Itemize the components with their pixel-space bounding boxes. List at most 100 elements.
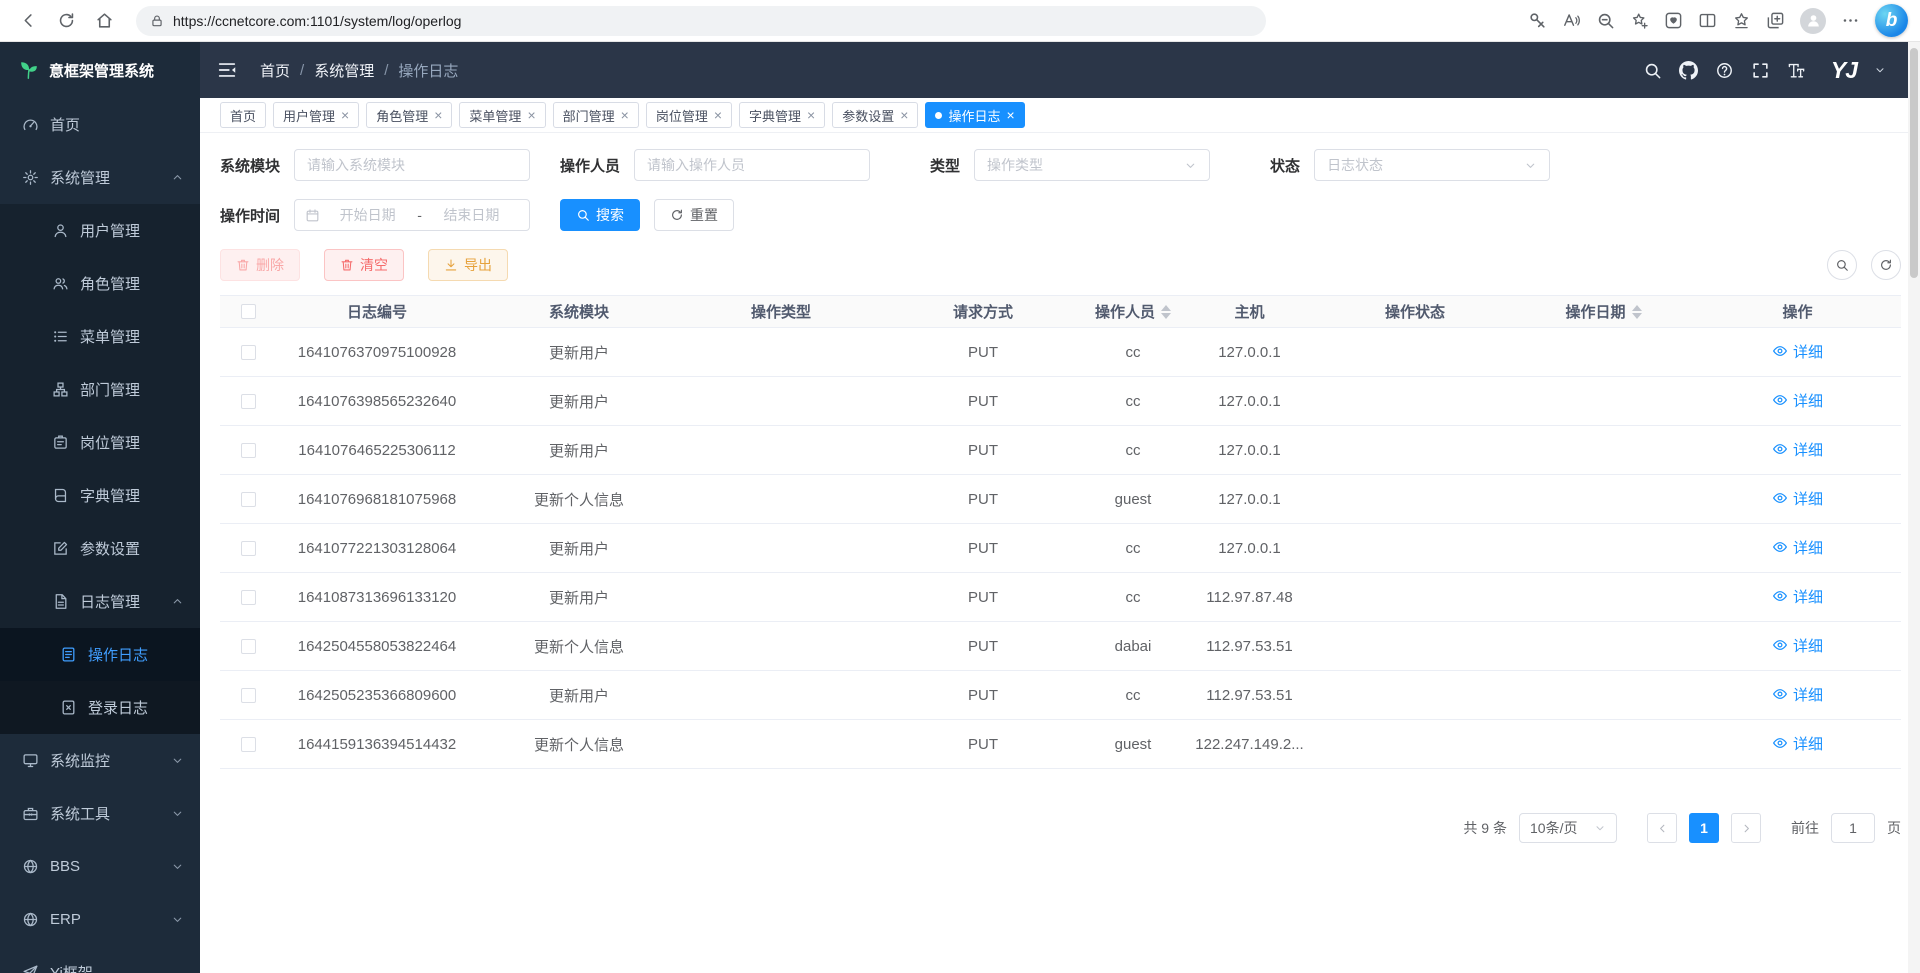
goto-page-input[interactable] [1831, 813, 1875, 843]
favorite-add-icon[interactable] [1630, 11, 1649, 30]
sidebar-item-bbs[interactable]: BBS [0, 840, 200, 893]
tab-home[interactable]: 首页 [220, 102, 266, 128]
sidebar-item-home[interactable]: 首页 [0, 98, 200, 151]
close-icon[interactable]: × [434, 108, 442, 122]
close-icon[interactable]: × [1006, 108, 1014, 122]
export-button[interactable]: 导出 [428, 249, 508, 281]
browser-more-icon[interactable] [1841, 11, 1860, 30]
breadcrumb-system-management[interactable]: 系统管理 [314, 60, 374, 81]
sidebar-item-role-management[interactable]: 角色管理 [0, 257, 200, 310]
password-key-icon[interactable] [1528, 11, 1547, 30]
status-select[interactable]: 日志状态 [1314, 149, 1550, 181]
delete-button[interactable]: 删除 [220, 249, 300, 281]
sidebar-item-dictionary-management[interactable]: 字典管理 [0, 469, 200, 522]
detail-link[interactable]: 详细 [1772, 733, 1823, 754]
close-icon[interactable]: × [341, 108, 349, 122]
sidebar-item-yi-framework[interactable]: Yi框架 [0, 946, 200, 973]
row-checkbox[interactable] [241, 639, 256, 654]
prev-page-button[interactable] [1647, 813, 1677, 843]
date-range-picker[interactable]: 开始日期 - 结束日期 [294, 199, 530, 231]
sort-caret-icon[interactable] [1161, 305, 1171, 319]
page-size-select[interactable]: 10条/页 [1519, 813, 1617, 843]
browser-essentials-icon[interactable] [1664, 11, 1683, 30]
current-page[interactable]: 1 [1689, 813, 1719, 843]
row-checkbox[interactable] [241, 443, 256, 458]
sidebar-item-system-tools[interactable]: 系统工具 [0, 787, 200, 840]
row-checkbox[interactable] [241, 345, 256, 360]
sidebar-item-system-management[interactable]: 系统管理 [0, 151, 200, 204]
tab-parameter-settings[interactable]: 参数设置× [832, 102, 918, 128]
next-page-button[interactable] [1731, 813, 1761, 843]
close-icon[interactable]: × [807, 108, 815, 122]
sidebar-item-department-management[interactable]: 部门管理 [0, 363, 200, 416]
detail-link[interactable]: 详细 [1772, 684, 1823, 705]
column-date[interactable]: 操作日期 [1513, 301, 1694, 322]
bing-chat-icon[interactable]: b [1875, 4, 1908, 37]
close-icon[interactable]: × [621, 108, 629, 122]
row-checkbox[interactable] [241, 394, 256, 409]
module-input[interactable] [294, 149, 530, 181]
tab-dictionary-management[interactable]: 字典管理× [739, 102, 825, 128]
chevron-down-icon[interactable] [1874, 64, 1886, 76]
browser-back-button[interactable] [12, 5, 44, 37]
column-operator[interactable]: 操作人员 [1084, 301, 1182, 322]
sidebar-item-erp[interactable]: ERP [0, 893, 200, 946]
row-checkbox[interactable] [241, 737, 256, 752]
row-checkbox[interactable] [241, 541, 256, 556]
tab-menu-management[interactable]: 菜单管理× [459, 102, 545, 128]
detail-link[interactable]: 详细 [1772, 488, 1823, 509]
detail-link[interactable]: 详细 [1772, 586, 1823, 607]
fullscreen-icon[interactable] [1751, 61, 1770, 80]
tab-role-management[interactable]: 角色管理× [366, 102, 452, 128]
github-icon[interactable] [1679, 61, 1698, 80]
read-aloud-icon[interactable] [1562, 11, 1581, 30]
refresh-table-button[interactable] [1871, 250, 1901, 280]
sidebar-item-operation-log[interactable]: 操作日志 [0, 628, 200, 681]
tab-operation-log[interactable]: 操作日志× [925, 102, 1024, 128]
split-screen-icon[interactable] [1698, 11, 1717, 30]
close-icon[interactable]: × [714, 108, 722, 122]
search-icon[interactable] [1643, 61, 1662, 80]
tab-department-management[interactable]: 部门管理× [553, 102, 639, 128]
breadcrumb-home[interactable]: 首页 [260, 60, 290, 81]
row-checkbox[interactable] [241, 590, 256, 605]
help-icon[interactable] [1715, 61, 1734, 80]
sort-caret-icon[interactable] [1632, 305, 1642, 319]
search-button[interactable]: 搜索 [560, 199, 640, 231]
close-icon[interactable]: × [527, 108, 535, 122]
detail-link[interactable]: 详细 [1772, 341, 1823, 362]
font-size-icon[interactable] [1787, 61, 1806, 80]
sidebar-item-post-management[interactable]: 岗位管理 [0, 416, 200, 469]
user-logo-badge[interactable]: YJ [1831, 57, 1857, 84]
show-search-button[interactable] [1827, 250, 1857, 280]
sidebar-item-log-management[interactable]: 日志管理 [0, 575, 200, 628]
favorites-bar-icon[interactable] [1732, 11, 1751, 30]
menu-fold-icon[interactable] [216, 59, 238, 81]
clear-button[interactable]: 清空 [324, 249, 404, 281]
scrollbar-thumb[interactable] [1910, 48, 1918, 278]
browser-refresh-button[interactable] [50, 5, 82, 37]
operator-input[interactable] [634, 149, 870, 181]
detail-link[interactable]: 详细 [1772, 390, 1823, 411]
tab-post-management[interactable]: 岗位管理× [646, 102, 732, 128]
close-icon[interactable]: × [900, 108, 908, 122]
page-scrollbar[interactable] [1908, 42, 1920, 973]
row-checkbox[interactable] [241, 688, 256, 703]
sidebar-item-parameter-settings[interactable]: 参数设置 [0, 522, 200, 575]
address-bar[interactable]: https://ccnetcore.com:1101/system/log/op… [136, 6, 1266, 36]
tab-user-management[interactable]: 用户管理× [273, 102, 359, 128]
detail-link[interactable]: 详细 [1772, 537, 1823, 558]
sidebar-item-menu-management[interactable]: 菜单管理 [0, 310, 200, 363]
profile-avatar[interactable] [1800, 8, 1826, 34]
sidebar-item-user-management[interactable]: 用户管理 [0, 204, 200, 257]
detail-link[interactable]: 详细 [1772, 439, 1823, 460]
browser-home-button[interactable] [88, 5, 120, 37]
detail-link[interactable]: 详细 [1772, 635, 1823, 656]
reset-button[interactable]: 重置 [654, 199, 734, 231]
select-all-checkbox[interactable] [241, 304, 256, 319]
collections-icon[interactable] [1766, 11, 1785, 30]
sidebar-item-system-monitor[interactable]: 系统监控 [0, 734, 200, 787]
type-select[interactable]: 操作类型 [974, 149, 1210, 181]
zoom-out-icon[interactable] [1596, 11, 1615, 30]
sidebar-item-login-log[interactable]: 登录日志 [0, 681, 200, 734]
